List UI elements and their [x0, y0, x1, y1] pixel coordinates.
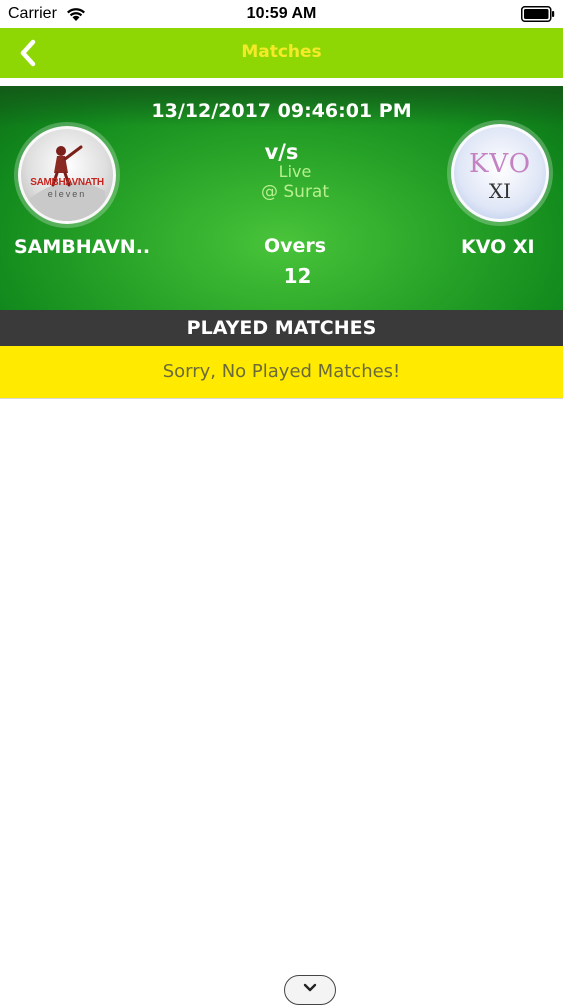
status-time: 10:59 AM — [246, 5, 317, 22]
page-title: Matches — [241, 42, 322, 62]
status-bar: Carrier 10:59 AM — [0, 0, 563, 28]
match-status: Live — [278, 162, 312, 181]
divider — [0, 78, 563, 86]
nav-bar: Matches — [0, 28, 563, 78]
match-datetime: 13/12/2017 09:46:01 PM — [151, 100, 412, 122]
overs-value: 12 — [283, 264, 312, 288]
versus-label: v/s — [264, 140, 299, 164]
chevron-down-icon — [303, 983, 317, 992]
pull-down-handle[interactable] — [284, 975, 336, 1005]
live-match-card[interactable]: 13/12/2017 09:46:01 PM SAMBHAVNATH eleve… — [0, 86, 563, 310]
team2-name: KVO XI — [461, 236, 535, 258]
empty-state-message: Sorry, No Played Matches! — [0, 346, 563, 399]
battery-icon — [521, 6, 555, 22]
match-venue: @ Surat — [260, 182, 330, 202]
section-header-played-matches: PLAYED MATCHES — [0, 310, 563, 346]
